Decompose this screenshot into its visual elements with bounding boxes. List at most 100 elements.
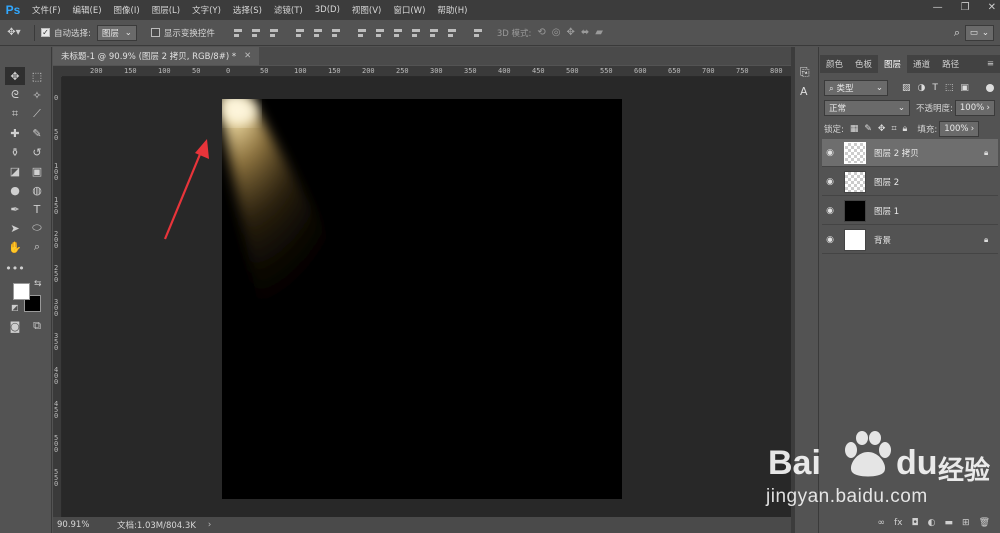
menu-help[interactable]: 帮助(H) bbox=[431, 4, 473, 16]
horizontal-ruler[interactable]: 200 150 100 50 0 50 100 150 200 250 300 350 400 450 50… bbox=[62, 66, 791, 77]
filter-kind-dropdown[interactable]: ⌕ 类型 ⌄ bbox=[824, 80, 888, 96]
show-transform-checkbox[interactable] bbox=[150, 28, 160, 37]
healing-brush-icon[interactable]: ✚ bbox=[5, 124, 25, 142]
distribute-left-icon[interactable] bbox=[410, 27, 422, 39]
canvas[interactable] bbox=[222, 99, 622, 499]
lasso-tool-icon[interactable]: ᘓ bbox=[5, 86, 25, 104]
divider bbox=[34, 24, 35, 41]
menu-view[interactable]: 视图(V) bbox=[346, 4, 387, 16]
align-top-icon[interactable] bbox=[232, 27, 244, 39]
magic-wand-icon[interactable]: ✧ bbox=[27, 86, 47, 104]
type-tool-icon[interactable]: T bbox=[27, 200, 47, 218]
tab-swatches[interactable]: 色板 bbox=[849, 55, 878, 73]
eye-icon[interactable]: ◉ bbox=[822, 148, 838, 158]
move-tool-icon[interactable]: ✥ bbox=[5, 67, 25, 85]
layer-name[interactable]: 图层 2 拷贝 bbox=[874, 147, 984, 159]
menu-image[interactable]: 图像(I) bbox=[108, 4, 146, 16]
eye-icon[interactable]: ◉ bbox=[822, 177, 838, 187]
dodge-tool-icon[interactable]: ◍ bbox=[27, 181, 47, 199]
menu-layer[interactable]: 图层(L) bbox=[146, 4, 186, 16]
layer-name[interactable]: 图层 2 bbox=[874, 176, 984, 188]
menu-3d[interactable]: 3D(D) bbox=[309, 5, 346, 15]
eyedropper-icon[interactable]: ⟋ bbox=[27, 105, 47, 123]
brush-tool-icon[interactable]: ✎ bbox=[27, 124, 47, 142]
distribute-bottom-icon[interactable] bbox=[392, 27, 404, 39]
workspace-switcher[interactable]: ▭ ⌄ bbox=[964, 25, 994, 41]
auto-select-dropdown[interactable]: 图层 ⌄ bbox=[96, 24, 137, 41]
auto-align-icon[interactable] bbox=[472, 27, 484, 39]
menu-window[interactable]: 窗口(W) bbox=[387, 4, 431, 16]
zoom-tool-icon[interactable]: ⌕ bbox=[27, 238, 47, 256]
swap-colors-icon[interactable]: ⇆ bbox=[34, 279, 42, 289]
layer-row[interactable]: ◉ 图层 2 bbox=[822, 168, 998, 196]
ruler-tick-label: 50 bbox=[192, 67, 201, 75]
menu-edit[interactable]: 编辑(E) bbox=[67, 4, 108, 16]
gradient-tool-icon[interactable]: ▣ bbox=[27, 162, 47, 180]
tab-channels[interactable]: 通道 bbox=[907, 55, 936, 73]
layer-name[interactable]: 背景 bbox=[874, 234, 984, 246]
eye-icon[interactable]: ◉ bbox=[822, 235, 838, 245]
menu-select[interactable]: 选择(S) bbox=[227, 4, 268, 16]
distribute-vcenter-icon[interactable] bbox=[374, 27, 386, 39]
align-right-icon[interactable] bbox=[330, 27, 342, 39]
marquee-tool-icon[interactable]: ⬚ bbox=[27, 67, 47, 85]
crop-tool-icon[interactable]: ⌗ bbox=[5, 105, 25, 123]
eye-icon[interactable]: ◉ bbox=[822, 206, 838, 216]
chevron-right-icon[interactable]: › bbox=[208, 520, 211, 530]
restore-icon[interactable]: ❐ bbox=[961, 2, 970, 13]
layer-name[interactable]: 图层 1 bbox=[874, 205, 984, 217]
move-tool-preset-icon[interactable]: ✥▾ bbox=[0, 27, 28, 38]
document-workspace[interactable] bbox=[62, 77, 791, 517]
menu-file[interactable]: 文件(F) bbox=[26, 4, 67, 16]
distribute-top-icon[interactable] bbox=[356, 27, 368, 39]
history-panel-icon[interactable]: ⎘ bbox=[800, 65, 810, 80]
align-hcenter-icon[interactable] bbox=[312, 27, 324, 39]
fill-field[interactable]: 100% › bbox=[939, 121, 980, 137]
ruler-tick-label: 450 bbox=[532, 67, 545, 75]
filter-toggle-icon[interactable] bbox=[986, 84, 994, 92]
document-tab[interactable]: 未标题-1 @ 90.9% (图层 2 拷贝, RGB/8#) * ✕ bbox=[53, 47, 260, 65]
minimize-icon[interactable]: — bbox=[933, 2, 943, 13]
more-tools-icon[interactable]: ••• bbox=[5, 259, 25, 277]
pen-tool-icon[interactable]: ✒ bbox=[5, 200, 25, 218]
tab-layers[interactable]: 图层 bbox=[878, 55, 908, 73]
foreground-color-swatch[interactable] bbox=[13, 283, 30, 300]
opacity-field[interactable]: 100% › bbox=[954, 100, 995, 116]
clone-stamp-icon[interactable]: ⚱ bbox=[5, 143, 25, 161]
distribute-hcenter-icon[interactable] bbox=[428, 27, 440, 39]
distribute-right-icon[interactable] bbox=[446, 27, 458, 39]
hand-tool-icon[interactable]: ✋ bbox=[5, 238, 25, 256]
filter-type-icons[interactable]: ▨◑T⬚▣ bbox=[902, 83, 976, 93]
character-panel-icon[interactable]: A bbox=[800, 85, 808, 98]
align-bottom-icon[interactable] bbox=[268, 27, 280, 39]
search-icon[interactable]: ⌕ bbox=[954, 26, 960, 40]
tab-paths[interactable]: 路径 bbox=[936, 55, 965, 73]
path-selection-icon[interactable]: ➤ bbox=[5, 219, 25, 237]
ellipse-tool-icon[interactable]: ⬭ bbox=[27, 219, 47, 237]
layer-row[interactable]: ◉ 图层 1 bbox=[822, 197, 998, 225]
chevron-down-icon: ⌄ bbox=[897, 103, 905, 113]
ruler-tick-label: 1 0 0 bbox=[54, 162, 59, 182]
align-left-icon[interactable] bbox=[294, 27, 306, 39]
blur-tool-icon[interactable]: ● bbox=[5, 181, 25, 199]
eraser-tool-icon[interactable]: ◪ bbox=[5, 162, 25, 180]
auto-select-checkbox[interactable]: ✓ bbox=[41, 28, 50, 37]
layer-row[interactable]: ◉ 图层 2 拷贝 🔒︎ bbox=[822, 139, 998, 167]
quick-mask-icon[interactable]: ◙ bbox=[5, 317, 25, 335]
align-vcenter-icon[interactable] bbox=[250, 27, 262, 39]
menu-filter[interactable]: 滤镜(T) bbox=[268, 4, 309, 16]
history-brush-icon[interactable]: ↺ bbox=[27, 143, 47, 161]
menu-type[interactable]: 文字(Y) bbox=[186, 4, 227, 16]
close-tab-icon[interactable]: ✕ bbox=[244, 51, 251, 61]
screen-mode-icon[interactable]: ⧉ bbox=[27, 317, 47, 335]
vertical-ruler[interactable]: 0 5 0 1 0 0 1 5 0 2 0 0 2 5 0 3 0 0 3 5 0 4 0 0 4… bbox=[53, 77, 62, 517]
lock-options-icons[interactable]: ▦✎✥⌗🔒︎ bbox=[850, 124, 913, 134]
default-colors-icon[interactable]: ◩ bbox=[11, 303, 19, 312]
3d-tools-icons[interactable]: ⟲◎✥⬌▰ bbox=[537, 27, 609, 38]
tab-color[interactable]: 颜色 bbox=[820, 55, 849, 73]
close-icon[interactable]: ✕ bbox=[988, 2, 996, 13]
blend-mode-dropdown[interactable]: 正常 ⌄ bbox=[824, 100, 910, 116]
panel-menu-icon[interactable]: ≡ bbox=[981, 55, 1000, 73]
zoom-level[interactable]: 90.91% bbox=[57, 520, 111, 530]
layer-row[interactable]: ◉ 背景 🔒︎ bbox=[822, 226, 998, 254]
